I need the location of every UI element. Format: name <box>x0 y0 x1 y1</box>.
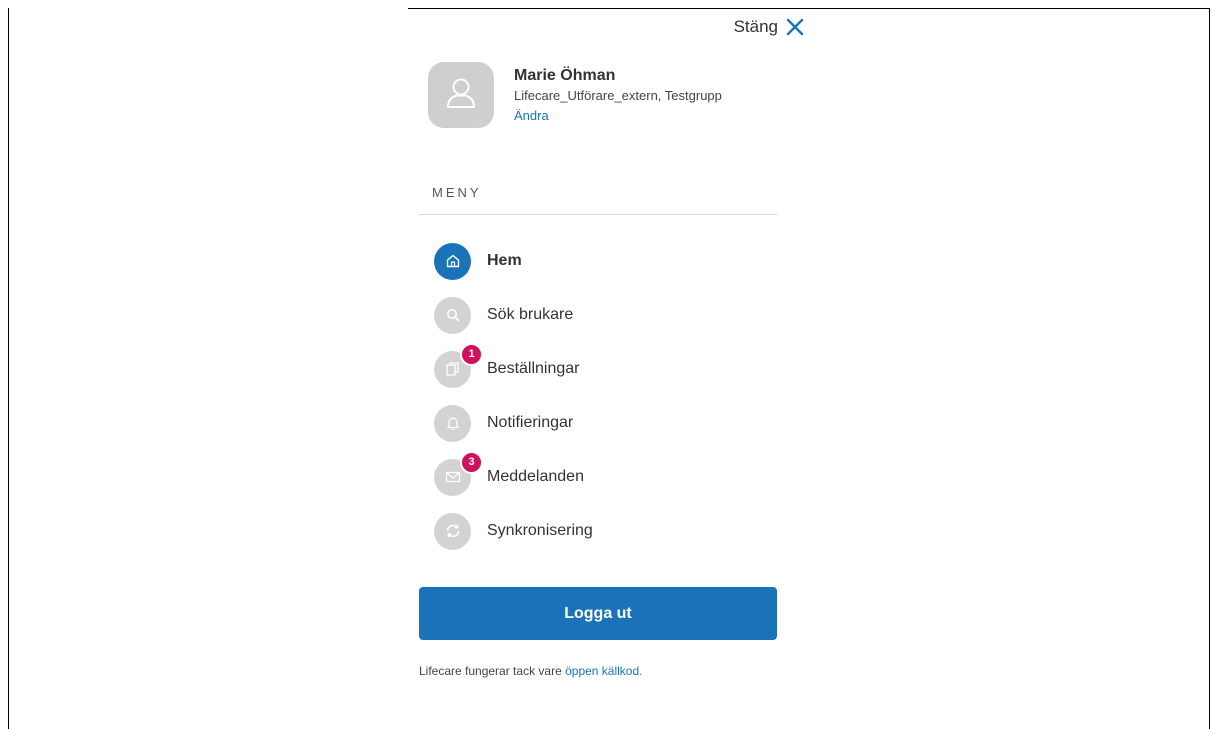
mail-icon: 3 <box>434 450 483 496</box>
profile-organization: Lifecare_Utförare_extern, Testgrupp <box>514 88 722 103</box>
menu-item-label: Synkronisering <box>487 522 593 539</box>
home-icon <box>434 242 471 280</box>
documents-icon: 1 <box>434 342 483 388</box>
menu-item-hem[interactable]: Hem <box>434 234 774 288</box>
user-profile: Marie Öhman Lifecare_Utförare_extern, Te… <box>428 62 722 128</box>
frame-top-border <box>818 8 1210 9</box>
menu-item-label: Beställningar <box>487 360 580 377</box>
menu-item-bestallningar[interactable]: 1 Beställningar <box>434 342 774 396</box>
menu-item-notifieringar[interactable]: Notifieringar <box>434 396 774 450</box>
bell-icon <box>434 404 471 442</box>
menu-item-label: Sök brukare <box>487 306 574 323</box>
frame-left-border <box>8 8 9 729</box>
menu-divider <box>419 214 777 215</box>
main-menu: Hem Sök brukare 1 Beställningar Notifier… <box>434 234 774 558</box>
close-label: Stäng <box>733 17 778 36</box>
menu-heading: MENY <box>432 185 482 200</box>
open-source-link[interactable]: öppen källkod. <box>565 664 642 678</box>
orders-count-badge: 1 <box>460 342 483 366</box>
close-button[interactable]: Stäng <box>734 17 804 37</box>
window-frame: Stäng Marie Öhman Lifecare_Utförare_exte… <box>0 0 1212 729</box>
close-icon <box>786 18 804 36</box>
menu-item-synkronisering[interactable]: Synkronisering <box>434 504 774 558</box>
profile-text: Marie Öhman Lifecare_Utförare_extern, Te… <box>514 66 722 126</box>
menu-item-meddelanden[interactable]: 3 Meddelanden <box>434 450 774 504</box>
avatar <box>428 62 494 128</box>
footer-text: Lifecare fungerar tack vare <box>419 664 562 678</box>
change-profile-link[interactable]: Ändra <box>514 106 722 126</box>
frame-right-border <box>1209 8 1210 729</box>
menu-item-label: Meddelanden <box>487 468 584 485</box>
menu-item-label: Hem <box>487 252 522 269</box>
search-icon <box>434 296 471 334</box>
menu-item-sok-brukare[interactable]: Sök brukare <box>434 288 774 342</box>
user-icon <box>446 77 476 114</box>
profile-name: Marie Öhman <box>514 67 616 84</box>
sync-icon <box>434 512 471 550</box>
footer-note: Lifecare fungerar tack vare öppen källko… <box>419 664 642 678</box>
menu-item-label: Notifieringar <box>487 414 574 431</box>
messages-count-badge: 3 <box>460 450 483 474</box>
logout-button[interactable]: Logga ut <box>419 587 777 640</box>
side-menu-panel: Stäng Marie Öhman Lifecare_Utförare_exte… <box>408 9 818 729</box>
